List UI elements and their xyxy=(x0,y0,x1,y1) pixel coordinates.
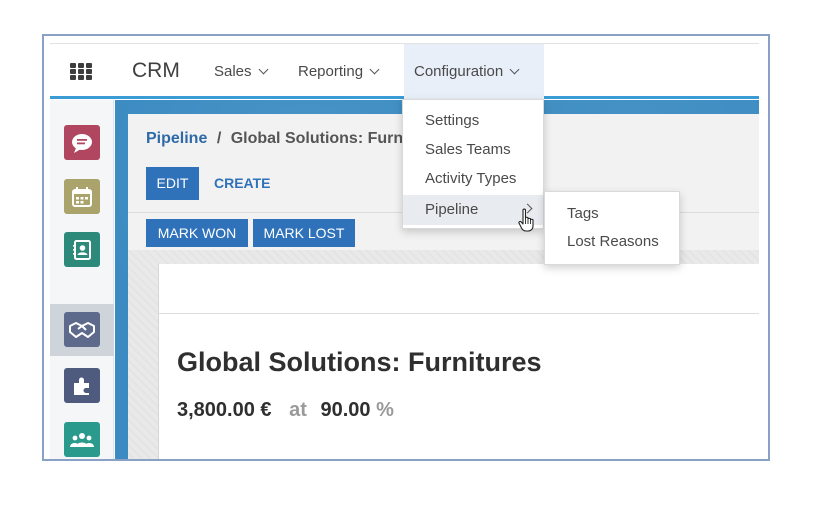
percent-sign: % xyxy=(376,399,394,421)
puzzle-icon xyxy=(74,377,89,395)
at-label: at xyxy=(289,399,307,421)
sidebar-app-team[interactable] xyxy=(64,422,100,457)
probability-value[interactable]: 90.00 xyxy=(320,399,370,421)
pipeline-submenu: Tags Lost Reasons xyxy=(544,191,680,265)
breadcrumb-separator: / xyxy=(216,130,222,147)
mark-won-button[interactable]: MARK WON xyxy=(146,219,248,247)
sidebar-app-contacts[interactable] xyxy=(64,232,100,267)
mark-lost-button[interactable]: MARK LOST xyxy=(253,219,355,247)
app-name: CRM xyxy=(132,59,180,82)
menu-reporting-label: Reporting xyxy=(298,63,364,80)
record-title[interactable]: Global Solutions: Furnitures xyxy=(177,347,542,378)
crm-handshake-icon xyxy=(69,321,95,338)
breadcrumb: Pipeline / Global Solutions: Furn xyxy=(146,130,403,148)
menu-sales[interactable]: Sales xyxy=(204,44,277,99)
main-navbar: CRM Sales Reporting Configuration xyxy=(50,44,759,99)
sidebar-app-apps[interactable] xyxy=(64,368,100,403)
expected-revenue[interactable]: 3,800.00 € xyxy=(177,399,272,421)
team-icon xyxy=(70,432,94,447)
menu-item-activity-types[interactable]: Activity Types xyxy=(403,165,543,193)
menu-item-pipeline-label: Pipeline xyxy=(425,201,479,218)
chevron-down-icon xyxy=(258,64,268,75)
menu-item-activity-types-label: Activity Types xyxy=(425,170,517,187)
menu-configuration[interactable]: Configuration xyxy=(404,44,544,99)
menu-reporting[interactable]: Reporting xyxy=(288,44,388,99)
submenu-item-tags[interactable]: Tags xyxy=(545,200,679,228)
menu-item-settings[interactable]: Settings xyxy=(403,107,543,135)
contacts-icon xyxy=(73,239,91,260)
submenu-item-lost-reasons[interactable]: Lost Reasons xyxy=(545,228,679,256)
breadcrumb-current: Global Solutions: Furn xyxy=(230,130,404,147)
app-window: CRM Sales Reporting Configuration Pipeli… xyxy=(42,34,770,461)
chevron-down-icon xyxy=(369,64,380,75)
discuss-chat-icon xyxy=(72,133,92,153)
sidebar-app-discuss[interactable] xyxy=(64,125,100,160)
menu-item-sales-teams[interactable]: Sales Teams xyxy=(403,136,543,164)
apps-grid-icon[interactable] xyxy=(70,63,92,80)
sidebar-app-crm[interactable] xyxy=(64,312,100,347)
menu-sales-label: Sales xyxy=(214,63,252,80)
sidebar-app-calendar[interactable] xyxy=(64,179,100,214)
create-button[interactable]: CREATE xyxy=(214,175,271,191)
calendar-icon xyxy=(72,186,92,207)
chevron-down-icon xyxy=(509,64,520,75)
breadcrumb-pipeline-link[interactable]: Pipeline xyxy=(146,130,207,147)
menu-configuration-label: Configuration xyxy=(414,63,504,80)
sheet-divider xyxy=(158,313,759,314)
edit-button[interactable]: EDIT xyxy=(146,167,199,200)
hand-pointer-icon xyxy=(518,208,534,232)
apps-sidebar xyxy=(50,100,114,459)
revenue-line: 3,800.00 € at 90.00 % xyxy=(177,399,394,422)
